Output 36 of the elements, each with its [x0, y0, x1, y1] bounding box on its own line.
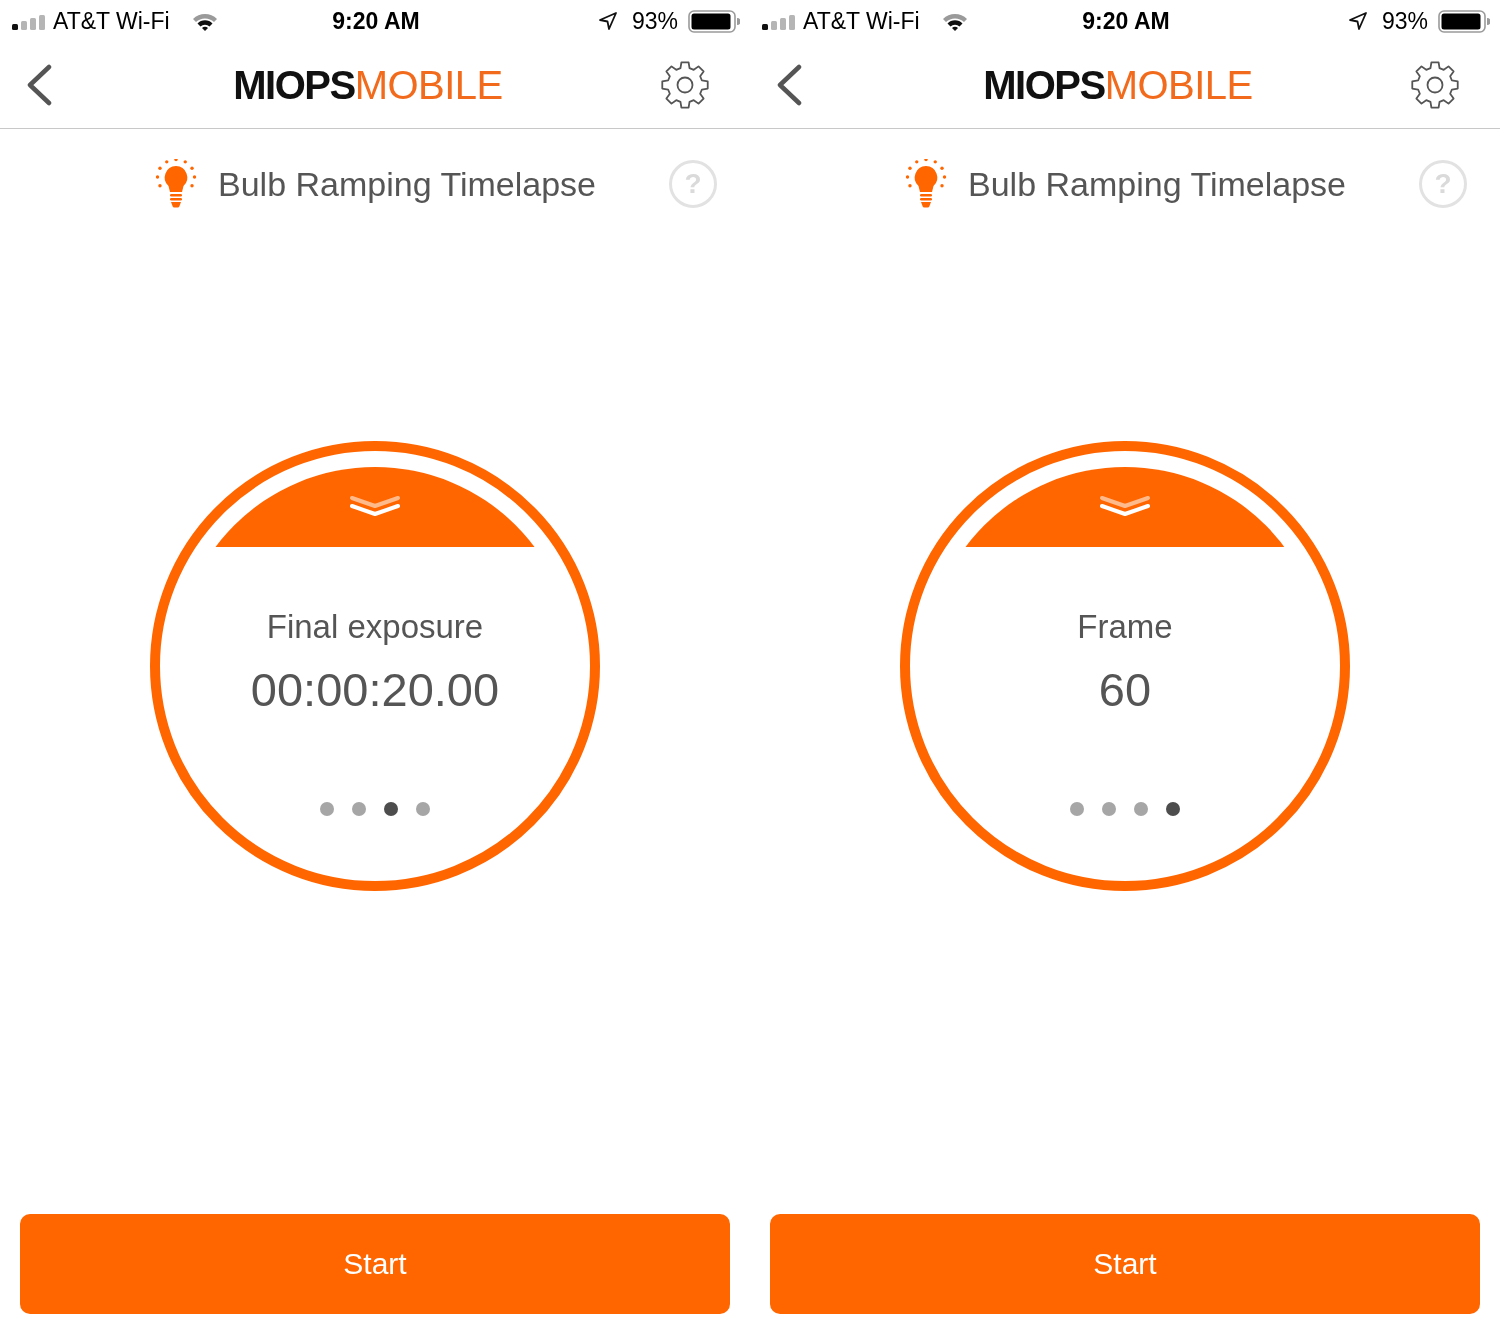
dial-label: Final exposure	[266, 607, 484, 647]
battery-icon	[1438, 9, 1490, 33]
lightbulb-icon	[905, 159, 947, 209]
app-logo: MIOPSMOBILE	[233, 65, 503, 105]
mode-title: Bulb Ramping Timelapse	[968, 167, 1346, 201]
signal-icon	[12, 12, 45, 30]
carrier-name: AT&T Wi-Fi	[803, 9, 920, 33]
signal-icon	[762, 12, 795, 30]
dial-value: 60	[1098, 663, 1152, 717]
carrier-name: AT&T Wi-Fi	[53, 9, 170, 33]
status-time: 9:20 AM	[332, 9, 420, 33]
settings-button[interactable]	[660, 60, 710, 110]
double-chevron-down-icon	[349, 495, 401, 517]
battery-percentage: 93%	[1381, 9, 1428, 33]
start-button[interactable]: Start	[770, 1214, 1480, 1314]
battery-icon	[688, 9, 740, 33]
dial-label: Frame	[1077, 607, 1173, 647]
battery-percentage: 93%	[631, 9, 678, 33]
settings-icon	[660, 60, 710, 110]
double-chevron-down-icon	[1099, 495, 1151, 517]
wifi-icon	[191, 11, 218, 31]
back-button[interactable]	[26, 64, 52, 106]
location-arrow-icon	[1347, 11, 1368, 31]
status-time: 9:20 AM	[1082, 9, 1170, 33]
mode-title: Bulb Ramping Timelapse	[218, 167, 596, 201]
start-button[interactable]: Start	[20, 1214, 730, 1314]
settings-button[interactable]	[1410, 60, 1460, 110]
wifi-icon	[941, 11, 968, 31]
lightbulb-icon	[155, 159, 197, 209]
back-button[interactable]	[776, 64, 802, 106]
app-logo: MIOPSMOBILE	[983, 65, 1253, 105]
chevron-left-icon	[26, 64, 52, 106]
settings-icon	[1410, 60, 1460, 110]
location-arrow-icon	[597, 11, 618, 31]
chevron-left-icon	[776, 64, 802, 106]
dial-value: 00:00:20.00	[250, 663, 500, 717]
